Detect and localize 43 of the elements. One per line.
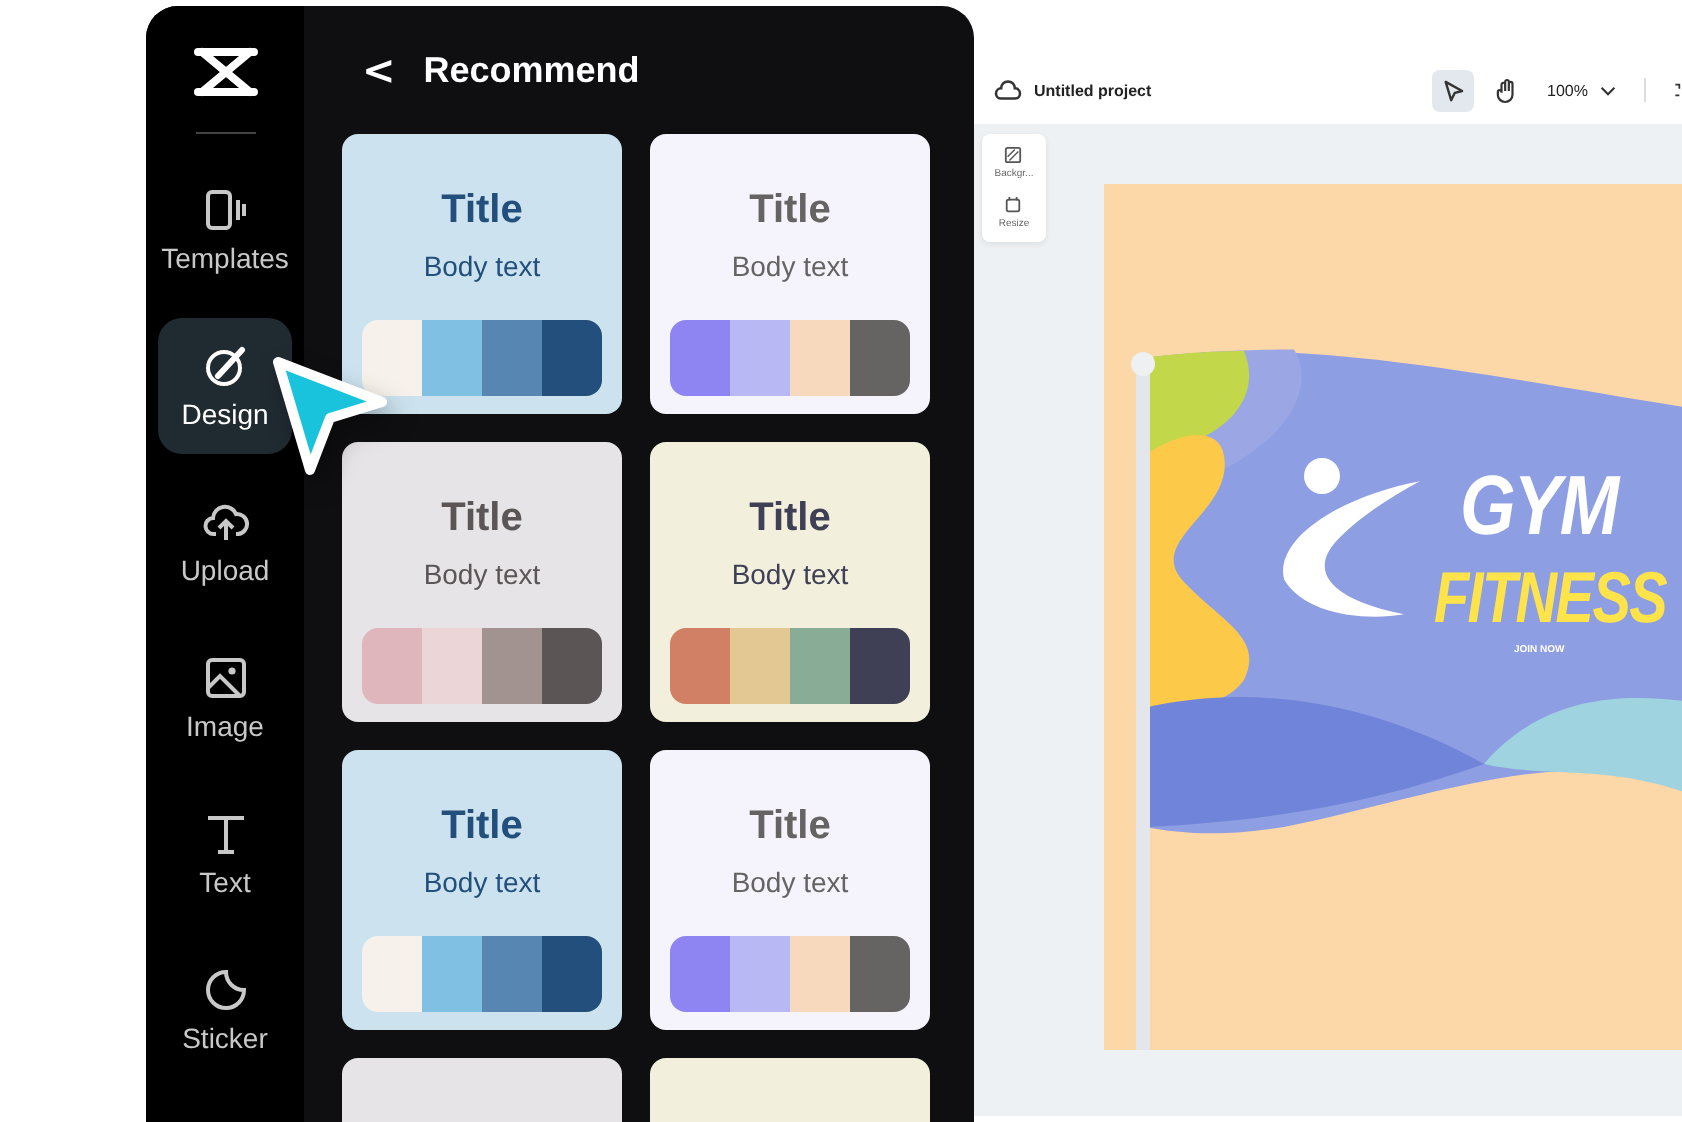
color-theme-card[interactable]: Title Body text xyxy=(342,134,622,414)
card-body-text: Body text xyxy=(423,250,541,284)
phone-frame-icon xyxy=(201,186,249,234)
sidebar-item[interactable]: Image xyxy=(158,630,292,766)
sticker-icon xyxy=(201,966,249,1014)
subheadline-text: FITNESS xyxy=(1434,556,1667,640)
hand-icon xyxy=(1495,77,1518,103)
back-button[interactable]: < xyxy=(358,46,400,94)
card-title: Title xyxy=(749,802,831,850)
card-title: Title xyxy=(441,494,523,542)
select-tool-button[interactable] xyxy=(1431,69,1474,111)
zoom-dropdown[interactable]: 100% xyxy=(1539,81,1624,99)
sidebar-item[interactable]: Upload xyxy=(158,474,292,610)
cloud-icon[interactable] xyxy=(994,78,1022,102)
color-theme-card[interactable]: Title Body text xyxy=(342,750,622,1030)
resize-icon xyxy=(1004,196,1023,214)
sidebar-item[interactable]: Templates xyxy=(158,162,292,298)
color-theme-card[interactable]: Title Body text xyxy=(342,442,622,722)
chevron-down-icon xyxy=(1600,85,1616,95)
project-title[interactable]: Untitled project xyxy=(1034,81,1152,99)
sidebar-item[interactable]: Sticker xyxy=(158,942,292,1078)
toolbar-icon[interactable] xyxy=(1674,80,1682,100)
pointer-cursor-icon xyxy=(270,354,390,478)
card-body-text: Body text xyxy=(731,250,849,284)
image-icon xyxy=(201,654,249,702)
card-body-text: Body text xyxy=(731,558,849,592)
card-body-text: Body text xyxy=(423,558,541,592)
color-theme-card[interactable]: Title Body text xyxy=(650,442,930,722)
card-body-text: Body text xyxy=(731,866,849,900)
card-title: Title xyxy=(749,494,831,542)
headline-text: GYM xyxy=(1460,458,1618,554)
card-body-text: Body text xyxy=(423,866,541,900)
pointer-icon xyxy=(1441,79,1464,101)
card-title: Title xyxy=(441,186,523,234)
color-theme-card[interactable]: Title Body text xyxy=(650,750,930,1030)
card-title: Title xyxy=(441,802,523,850)
color-theme-card[interactable]: Title Body text xyxy=(650,134,930,414)
logo-icon xyxy=(193,46,257,98)
sidebar-item[interactable]: Text xyxy=(158,786,292,922)
hatched-square-icon xyxy=(1004,146,1023,164)
panel-title: Recommend xyxy=(423,49,640,91)
card-title: Title xyxy=(749,186,831,234)
brush-icon xyxy=(201,342,249,390)
